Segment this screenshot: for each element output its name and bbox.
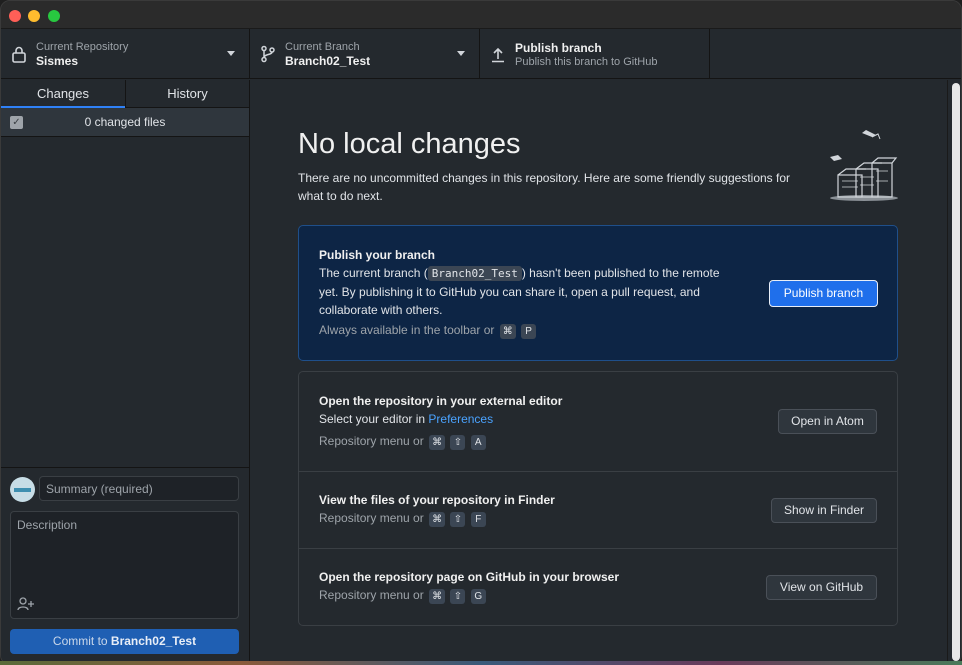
publish-card-title: Publish your branch (319, 248, 436, 262)
commit-button[interactable]: Commit to Branch02_Test (10, 629, 239, 654)
close-window-button[interactable] (9, 10, 21, 22)
action-title-editor: Open the repository in your external edi… (319, 394, 563, 408)
commit-button-prefix: Commit to (52, 634, 111, 648)
publish-branch-toolbar-button[interactable]: Publish branch Publish this branch to Gi… (480, 29, 710, 79)
upload-icon (492, 47, 504, 63)
a-key: A (470, 435, 486, 450)
publish-card-text-line3: collaborate with others. (319, 303, 443, 317)
app-window: Current Repository Sismes Current Branch… (0, 0, 962, 665)
action-hint-github-text: Repository menu or (319, 588, 424, 602)
p-key: P (521, 324, 537, 339)
action-row-finder: View the files of your repository in Fin… (299, 472, 897, 549)
minimize-window-button[interactable] (28, 10, 40, 22)
publish-card-hint-text: Always available in the toolbar or (319, 323, 495, 337)
action-hint-finder: Repository menu or ⌘ ⇧ F (319, 511, 486, 527)
main-scrollbar[interactable] (947, 80, 961, 664)
shift-key-icon: ⇧ (450, 435, 466, 450)
desktop-background-strip (0, 661, 962, 665)
action-text-editor-prefix: Select your editor in (319, 412, 429, 426)
publish-card-hint: Always available in the toolbar or ⌘ P (319, 323, 537, 339)
publish-card-text-end: ) hasn't been published to the remote (521, 266, 720, 280)
command-key-icon: ⌘ (429, 435, 446, 450)
git-branch-icon (261, 45, 275, 63)
preferences-link[interactable]: Preferences (428, 412, 493, 426)
page-title: No local changes (298, 128, 521, 160)
main-content: No local changes There are no uncommitte… (250, 80, 947, 664)
action-hint-editor-text: Repository menu or (319, 434, 424, 448)
g-key: G (470, 589, 486, 604)
publish-card-text-line2: yet. By publishing it to GitHub you can … (319, 285, 700, 299)
current-branch-name: Branch02_Test (285, 54, 371, 68)
publish-card-text: The current branch (Branch02_Test) hasn'… (319, 264, 759, 319)
page-subtitle: There are no uncommitted changes in this… (298, 171, 791, 203)
current-repository-title: Current Repository (36, 41, 129, 53)
publish-branch-subtitle: Publish this branch to GitHub (515, 56, 658, 68)
action-title-github: Open the repository page on GitHub in yo… (319, 570, 620, 584)
sidebar: Changes History ✓ 0 changed files Summar… (1, 80, 250, 664)
shift-key-icon: ⇧ (450, 589, 466, 604)
chevron-down-icon (457, 51, 465, 56)
lock-icon (12, 46, 26, 63)
current-repository-name: Sismes (36, 54, 79, 68)
current-branch-dropdown[interactable]: Current Branch Branch02_Test (250, 29, 480, 79)
chevron-down-icon (227, 51, 235, 56)
publish-branch-title: Publish branch (515, 41, 602, 55)
tab-changes[interactable]: Changes (1, 80, 125, 108)
show-in-finder-button[interactable]: Show in Finder (771, 498, 877, 523)
zoom-window-button[interactable] (48, 10, 60, 22)
description-placeholder: Description (17, 518, 78, 532)
add-coauthor-icon[interactable] (17, 597, 35, 611)
action-hint-finder-text: Repository menu or (319, 511, 424, 525)
commit-area: Summary (required) Description Commit to… (1, 467, 249, 664)
current-branch-title: Current Branch (285, 41, 360, 53)
commit-button-branch: Branch02_Test (110, 634, 197, 648)
publish-branch-card: Publish your branch The current branch (… (298, 225, 898, 361)
action-hint-github: Repository menu or ⌘ ⇧ G (319, 588, 486, 604)
description-input[interactable]: Description (10, 511, 239, 619)
suggested-actions-card: Open the repository in your external edi… (298, 371, 898, 626)
action-title-finder: View the files of your repository in Fin… (319, 493, 555, 507)
open-in-atom-button[interactable]: Open in Atom (778, 409, 877, 434)
publish-card-text-start: The current branch ( (319, 266, 428, 280)
changed-files-header: ✓ 0 changed files (1, 108, 249, 137)
action-hint-editor: Repository menu or ⌘ ⇧ A (319, 434, 486, 450)
action-row-github: Open the repository page on GitHub in yo… (299, 549, 897, 625)
summary-input[interactable]: Summary (required) (39, 476, 239, 501)
scrollbar-thumb[interactable] (952, 83, 960, 661)
action-text-editor: Select your editor in Preferences (319, 410, 493, 428)
toolbar: Current Repository Sismes Current Branch… (1, 29, 961, 79)
avatar (10, 477, 35, 502)
current-repository-dropdown[interactable]: Current Repository Sismes (1, 29, 250, 79)
branch-code-chip: Branch02_Test (427, 266, 522, 281)
sidebar-tabs: Changes History (1, 80, 249, 108)
empty-state-illustration-icon (830, 130, 898, 201)
title-bar (1, 1, 961, 29)
shift-key-icon: ⇧ (450, 512, 466, 527)
action-row-editor: Open the repository in your external edi… (299, 372, 897, 472)
command-key-icon: ⌘ (429, 589, 446, 604)
f-key: F (470, 512, 486, 527)
view-on-github-button[interactable]: View on GitHub (766, 575, 877, 600)
command-key-icon: ⌘ (429, 512, 446, 527)
tab-history[interactable]: History (125, 80, 249, 108)
publish-branch-button[interactable]: Publish branch (769, 280, 878, 307)
changed-files-count: 0 changed files (84, 115, 166, 129)
command-key-icon: ⌘ (499, 324, 516, 339)
